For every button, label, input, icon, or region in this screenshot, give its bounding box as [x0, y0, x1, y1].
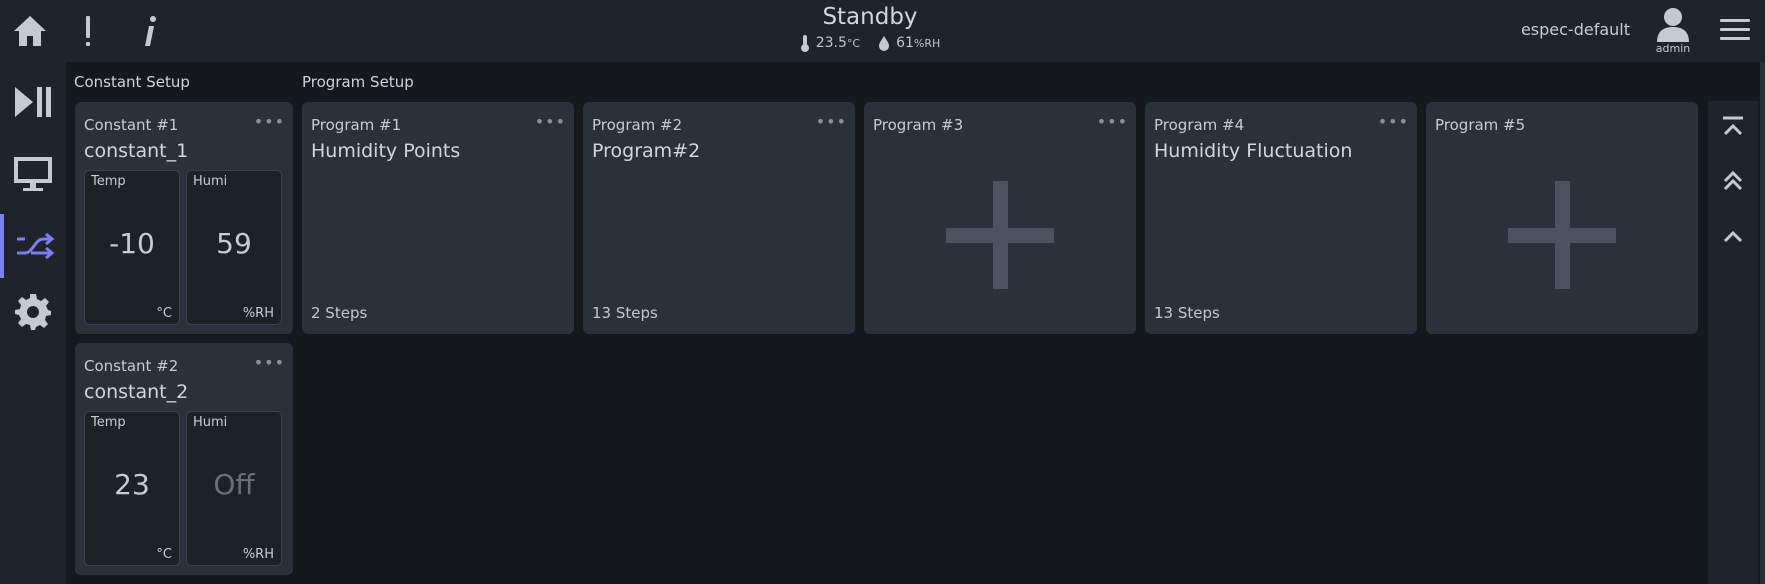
constant-card-name: constant_1: [84, 140, 189, 162]
program-setup-label: Program Setup: [302, 73, 414, 91]
program-card-kicker: Program #2: [592, 116, 683, 134]
temp-setpoint-box: Temp -10 °C: [84, 170, 180, 325]
more-options-icon[interactable]: •••: [254, 112, 285, 131]
thermometer-icon: [800, 35, 809, 52]
constant-card-2[interactable]: Constant #2 ••• constant_2 Temp 23 °C Hu…: [75, 343, 293, 575]
humi-label: Humi: [193, 174, 228, 189]
window-edge: [1760, 62, 1765, 584]
add-program-plus-icon[interactable]: [1508, 181, 1616, 289]
program-card-2[interactable]: Program #2 ••• Program#2 13 Steps: [583, 102, 855, 334]
temp-value: 23.5: [815, 35, 847, 51]
humi-unit: %RH: [913, 37, 941, 50]
constant-setup-label: Constant Setup: [74, 73, 190, 91]
temp-setpoint-box: Temp 23 °C: [84, 411, 180, 566]
humi-reading: 61%RH: [878, 35, 940, 51]
humi-value: 61: [896, 35, 914, 51]
sidebar-item-run[interactable]: [0, 70, 66, 134]
status-readings: 23.5°C 61%RH: [700, 34, 1040, 52]
user-role: admin: [1655, 42, 1691, 55]
chevron-up-icon[interactable]: [1713, 217, 1753, 257]
program-card-kicker: Program #3: [873, 116, 964, 134]
program-card-steps: 13 Steps: [592, 304, 658, 322]
gear-icon: [15, 294, 51, 330]
humi-setpoint-box: Humi Off %RH: [186, 411, 282, 566]
constant-card-kicker: Constant #1: [84, 116, 179, 134]
more-options-icon[interactable]: •••: [535, 112, 566, 131]
user-avatar[interactable]: admin: [1648, 6, 1698, 58]
play-pause-icon: [15, 87, 51, 117]
program-card-name: Program#2: [592, 140, 701, 162]
humi-setpoint-value: 59: [216, 227, 252, 260]
program-card-4[interactable]: Program #4 ••• Humidity Fluctuation 13 S…: [1145, 102, 1417, 334]
temp-unit: °C: [156, 547, 172, 562]
top-bar: Standby 23.5°C 61%RH espec-default admin: [0, 0, 1765, 62]
humi-unit: %RH: [242, 306, 274, 321]
program-card-name: Humidity Fluctuation: [1154, 140, 1353, 162]
home-icon[interactable]: [6, 8, 54, 54]
user-name: espec-default: [1520, 20, 1630, 39]
temp-label: Temp: [91, 415, 126, 430]
humi-setpoint-box: Humi 59 %RH: [186, 170, 282, 325]
sidebar-item-program[interactable]: [0, 214, 66, 278]
temp-setpoint-value: -10: [109, 227, 155, 260]
shuffle-icon: [17, 232, 55, 260]
humi-setpoint-value: Off: [213, 468, 255, 501]
humi-label: Humi: [193, 415, 228, 430]
sidebar: [0, 62, 66, 584]
constant-card-1[interactable]: Constant #1 ••• constant_1 Temp -10 °C H…: [75, 102, 293, 334]
scroll-to-top-icon[interactable]: [1713, 107, 1753, 147]
sidebar-item-monitor[interactable]: [0, 142, 66, 206]
more-options-icon[interactable]: •••: [254, 353, 285, 372]
temp-unit: °C: [846, 37, 861, 50]
program-card-1[interactable]: Program #1 ••• Humidity Points 2 Steps: [302, 102, 574, 334]
program-card-kicker: Program #5: [1435, 116, 1526, 134]
program-card-3-empty[interactable]: Program #3 •••: [864, 102, 1136, 334]
double-chevron-up-icon[interactable]: [1713, 161, 1753, 201]
info-icon[interactable]: [126, 8, 174, 54]
more-options-icon[interactable]: •••: [1378, 112, 1409, 131]
alert-icon[interactable]: [64, 8, 112, 54]
more-options-icon[interactable]: •••: [816, 112, 847, 131]
temp-reading: 23.5°C: [800, 34, 860, 52]
temp-label: Temp: [91, 174, 126, 189]
program-card-steps: 13 Steps: [1154, 304, 1220, 322]
constant-card-kicker: Constant #2: [84, 357, 179, 375]
monitor-icon: [14, 157, 52, 191]
program-card-kicker: Program #1: [311, 116, 402, 134]
program-card-5-empty[interactable]: Program #5: [1426, 102, 1698, 334]
scroll-controls: [1708, 101, 1758, 584]
sidebar-item-settings[interactable]: [0, 280, 66, 344]
more-options-icon[interactable]: •••: [1097, 112, 1128, 131]
user-icon: [1657, 8, 1689, 42]
humidity-drop-icon: [879, 36, 890, 51]
status-panel: Standby 23.5°C 61%RH: [700, 2, 1040, 52]
constant-card-name: constant_2: [84, 381, 189, 403]
humi-unit: %RH: [242, 547, 274, 562]
program-card-steps: 2 Steps: [311, 304, 368, 322]
temp-setpoint-value: 23: [114, 468, 150, 501]
program-card-name: Humidity Points: [311, 140, 461, 162]
add-program-plus-icon[interactable]: [946, 181, 1054, 289]
program-card-kicker: Program #4: [1154, 116, 1245, 134]
status-title: Standby: [822, 4, 918, 30]
hamburger-icon[interactable]: [1715, 10, 1755, 50]
temp-unit: °C: [156, 306, 172, 321]
